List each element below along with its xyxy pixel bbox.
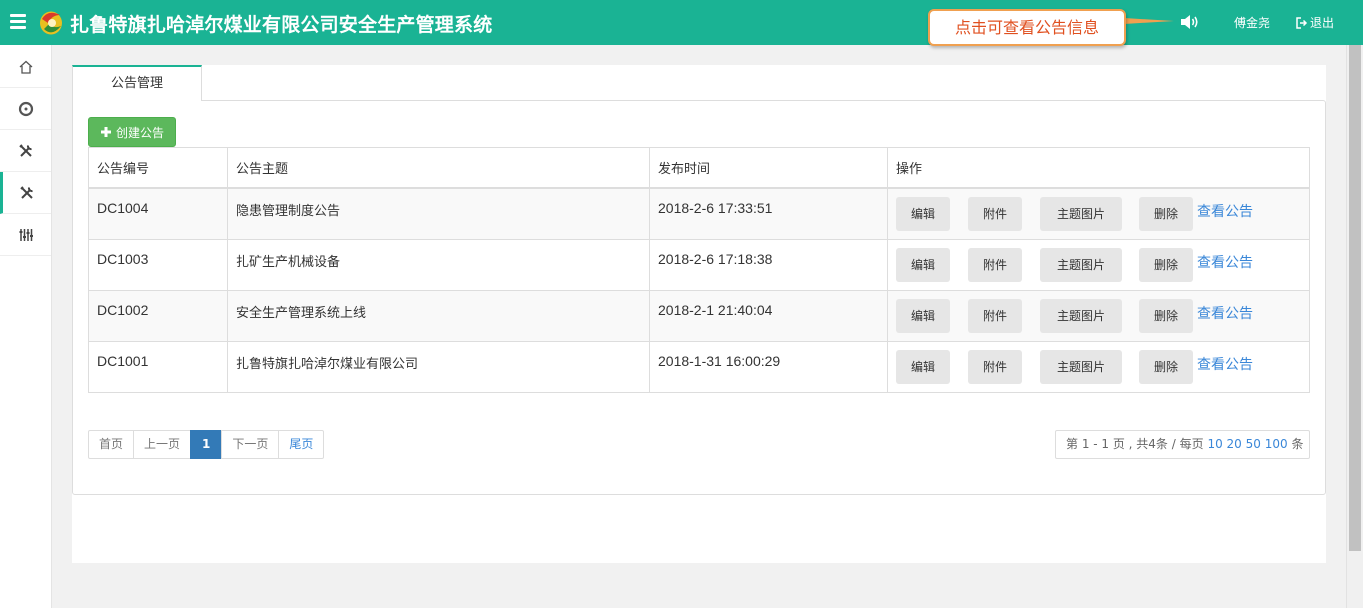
announcement-id: DC1001 — [88, 340, 228, 393]
page-first-button[interactable]: 首页 — [88, 430, 135, 459]
announcement-time: 2018-2-1 21:40:04 — [649, 289, 888, 342]
delete-button[interactable]: 删除 — [1139, 298, 1193, 333]
announcement-time: 2018-1-31 16:00:29 — [649, 340, 888, 393]
announcement-subject: 隐患管理制度公告 — [227, 187, 650, 240]
speaker-icon[interactable] — [1180, 14, 1200, 30]
logout-label: 退出 — [1310, 16, 1335, 30]
announcement-time: 2018-2-6 17:33:51 — [649, 187, 888, 240]
subject-image-button[interactable]: 主题图片 — [1040, 298, 1122, 333]
page-current-button[interactable]: 1 — [190, 430, 223, 459]
announcement-subject: 扎鲁特旗扎哈淖尔煤业有限公司 — [227, 340, 650, 393]
edit-button[interactable]: 编辑 — [896, 197, 950, 231]
announcement-id: DC1002 — [88, 289, 228, 342]
header-id: 公告编号 — [88, 147, 228, 189]
sidebar-item-home[interactable] — [0, 46, 51, 88]
row-actions: 编辑 附件 主题图片 删除 查看公告 — [887, 289, 1310, 342]
delete-button[interactable]: 删除 — [1139, 197, 1193, 231]
menu-toggle-icon[interactable] — [10, 14, 26, 29]
table-row: DC1003 扎矿生产机械设备 2018-2-6 17:18:38 编辑 附件 主题… — [88, 238, 1310, 291]
table-row: DC1002 安全生产管理系统上线 2018-2-1 21:40:04 编辑 附件… — [88, 289, 1310, 342]
edit-button[interactable]: 编辑 — [896, 298, 950, 333]
subject-image-button[interactable]: 主题图片 — [1040, 247, 1122, 282]
sidebar-item-tools-active[interactable] — [0, 172, 51, 214]
header-time: 发布时间 — [649, 147, 888, 189]
subject-image-button[interactable]: 主题图片 — [1040, 197, 1122, 231]
sidebar-item-settings[interactable] — [0, 214, 51, 256]
announcement-time: 2018-2-6 17:18:38 — [649, 238, 888, 291]
page-prev-button[interactable]: 上一页 — [133, 430, 192, 459]
create-announcement-label: 创建公告 — [115, 125, 164, 140]
page-size-100[interactable]: 100 — [1265, 437, 1288, 451]
announcement-tooltip: 点击可查看公告信息 — [928, 9, 1126, 46]
tooltip-pointer — [1124, 18, 1174, 24]
logout-icon — [1296, 17, 1308, 29]
company-logo — [40, 11, 62, 35]
edit-button[interactable]: 编辑 — [896, 247, 950, 282]
announcement-table: 公告编号 公告主题 发布时间 操作 DC1004 隐患管理制度公告 2018-2… — [88, 147, 1310, 393]
row-actions: 编辑 附件 主题图片 删除 查看公告 — [887, 340, 1310, 393]
tools-icon — [18, 143, 32, 157]
announcement-id: DC1004 — [88, 187, 228, 240]
logout-button[interactable]: 退出 — [1296, 14, 1334, 31]
delete-button[interactable]: 删除 — [1139, 349, 1193, 384]
row-actions: 编辑 附件 主题图片 删除 查看公告 — [887, 187, 1310, 240]
create-announcement-button[interactable]: 创建公告 — [88, 117, 176, 147]
app-title: 扎鲁特旗扎哈淖尔煤业有限公司安全生产管理系统 — [70, 14, 493, 36]
view-announcement-link[interactable]: 查看公告 — [1197, 299, 1253, 329]
attachment-button[interactable]: 附件 — [968, 247, 1022, 282]
page-size-20[interactable]: 20 — [1227, 437, 1242, 451]
vertical-scrollbar[interactable] — [1346, 45, 1363, 608]
username[interactable]: 傅金尧 — [1234, 14, 1270, 31]
announcement-subject: 安全生产管理系统上线 — [227, 289, 650, 342]
sidebar-item-target[interactable] — [0, 88, 51, 130]
attachment-button[interactable]: 附件 — [968, 298, 1022, 333]
pagination: 首页 上一页 1 下一页 尾页 — [88, 430, 325, 459]
announcement-subject: 扎矿生产机械设备 — [227, 238, 650, 291]
announcement-id: DC1003 — [88, 238, 228, 291]
scrollbar-thumb[interactable] — [1349, 45, 1361, 551]
plus-icon — [100, 127, 111, 137]
home-icon — [19, 60, 32, 74]
page-info-suffix: 条 — [1291, 437, 1304, 451]
sidebar-item-tools[interactable] — [0, 130, 51, 172]
header-subject: 公告主题 — [227, 147, 650, 189]
row-actions: 编辑 附件 主题图片 删除 查看公告 — [887, 238, 1310, 291]
top-bar: 扎鲁特旗扎哈淖尔煤业有限公司安全生产管理系统 傅金尧 退出 — [0, 0, 1363, 45]
page-next-button[interactable]: 下一页 — [221, 430, 280, 459]
subject-image-button[interactable]: 主题图片 — [1040, 349, 1122, 384]
page-info-text: 第 1 - 1 页 , 共4条 / 每页 — [1066, 437, 1204, 451]
edit-button[interactable]: 编辑 — [896, 349, 950, 384]
table-row: DC1004 隐患管理制度公告 2018-2-6 17:33:51 编辑 附件 主题… — [88, 187, 1310, 240]
page-size-50[interactable]: 50 — [1246, 437, 1261, 451]
header-actions: 操作 — [887, 147, 1310, 189]
attachment-button[interactable]: 附件 — [968, 349, 1022, 384]
view-announcement-link[interactable]: 查看公告 — [1197, 248, 1253, 278]
page-size-10[interactable]: 10 — [1207, 437, 1222, 451]
view-announcement-link[interactable]: 查看公告 — [1197, 197, 1253, 227]
equalizer-icon — [19, 228, 33, 241]
table-row: DC1001 扎鲁特旗扎哈淖尔煤业有限公司 2018-1-31 16:00:29… — [88, 340, 1310, 393]
attachment-button[interactable]: 附件 — [968, 197, 1022, 231]
delete-button[interactable]: 删除 — [1139, 247, 1193, 282]
page-info: 第 1 - 1 页 , 共4条 / 每页 10 20 50 100 条 — [1055, 430, 1310, 459]
target-icon — [18, 101, 33, 116]
table-header-row: 公告编号 公告主题 发布时间 操作 — [88, 147, 1310, 189]
tools-icon — [20, 185, 33, 199]
sidebar — [0, 45, 52, 608]
page-last-button[interactable]: 尾页 — [278, 430, 325, 459]
tab-announcement-management[interactable]: 公告管理 — [72, 65, 202, 101]
view-announcement-link[interactable]: 查看公告 — [1197, 350, 1253, 380]
